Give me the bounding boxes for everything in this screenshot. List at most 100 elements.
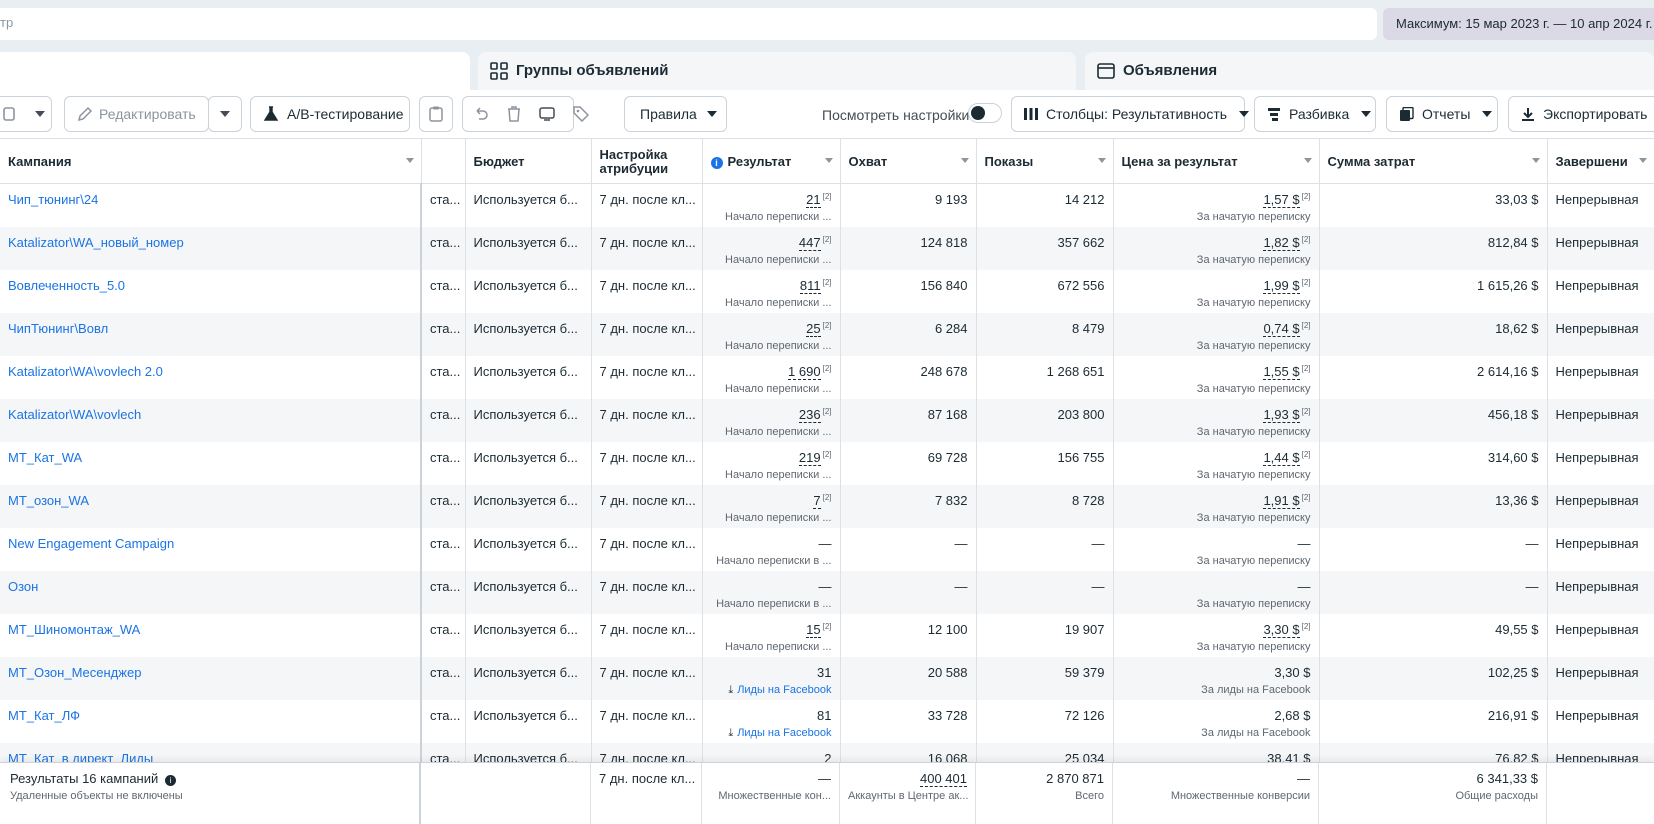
edit-dropdown-button[interactable] bbox=[208, 96, 242, 132]
sort-arrow-icon[interactable] bbox=[1638, 158, 1647, 163]
result-value[interactable]: 21 bbox=[806, 192, 821, 209]
cpr-value[interactable]: 1,82 $ bbox=[1263, 234, 1300, 251]
result-value[interactable]: 7 bbox=[813, 492, 821, 509]
rules-button[interactable]: Правила bbox=[624, 96, 727, 132]
table-row[interactable]: Katalizator\WA_новый_номер ста... Использу… bbox=[0, 226, 1654, 270]
campaign-link[interactable]: ЧипТюнинг\Вовл bbox=[8, 321, 108, 336]
ends-cell: Непрерывная bbox=[1547, 699, 1654, 743]
campaign-link[interactable]: Чип_тюнинг\24 bbox=[8, 192, 98, 207]
result-cell: 1 690 [2] Начало переписки ... bbox=[702, 355, 841, 399]
campaign-link[interactable]: МТ_Кат_ЛФ bbox=[8, 708, 80, 723]
cpr-value[interactable]: 1,93 $ bbox=[1263, 406, 1300, 423]
column-header-attribution[interactable]: Настройка атрибуции bbox=[591, 138, 703, 184]
campaign-link[interactable]: Katalizator\WA\vovlech bbox=[8, 407, 141, 422]
table-row[interactable]: Чип_тюнинг\24 ста... Используется б... 7 дн… bbox=[0, 183, 1654, 227]
sort-arrow-icon[interactable] bbox=[1303, 158, 1312, 163]
column-header-status[interactable] bbox=[421, 138, 466, 184]
tag-icon[interactable] bbox=[573, 106, 589, 122]
reports-label: Отчеты bbox=[1422, 106, 1471, 122]
sort-arrow-icon[interactable] bbox=[405, 158, 414, 163]
campaign-cell: Вовлеченность_5.0 bbox=[0, 269, 422, 313]
result-value[interactable]: 236 bbox=[798, 406, 821, 423]
cpr-value[interactable]: 0,74 $ bbox=[1263, 320, 1300, 337]
result-sub-link[interactable]: ⤓ Лиды на Facebook bbox=[711, 684, 831, 697]
search-filter-input[interactable]: тр bbox=[0, 8, 1377, 40]
ab-test-button[interactable]: A/B-тестирование bbox=[250, 96, 410, 132]
column-header-impressions[interactable]: Показы bbox=[976, 138, 1114, 184]
campaign-link[interactable]: Вовлеченность_5.0 bbox=[8, 278, 125, 293]
export-button[interactable]: Экспортировать bbox=[1508, 96, 1654, 132]
table-row[interactable]: МТ_Озон_Месенджер ста... Используется б...… bbox=[0, 656, 1654, 700]
result-value[interactable]: 15 bbox=[806, 621, 821, 638]
spent-cell: 1 615,26 $ bbox=[1319, 269, 1548, 313]
tab-campaigns[interactable] bbox=[0, 52, 470, 90]
sort-arrow-icon[interactable] bbox=[960, 158, 969, 163]
duplicate-button[interactable] bbox=[0, 96, 52, 132]
table-row[interactable]: Вовлеченность_5.0 ста... Используется б...… bbox=[0, 269, 1654, 313]
sort-arrow-icon[interactable] bbox=[1097, 158, 1106, 163]
clipboard-button[interactable] bbox=[419, 96, 453, 132]
campaign-link[interactable]: МТ_Озон_Месенджер bbox=[8, 665, 141, 680]
campaign-link[interactable]: New Engagement Campaign bbox=[8, 536, 174, 551]
table-row[interactable]: Katalizator\WA\vovlech ста... Используется… bbox=[0, 398, 1654, 442]
footer-spent-sub: Общие расходы bbox=[1455, 790, 1538, 802]
result-value[interactable]: 219 bbox=[798, 449, 821, 466]
columns-button[interactable]: Столбцы: Результативность bbox=[1011, 96, 1250, 132]
undo-icon[interactable] bbox=[473, 106, 489, 122]
table-row[interactable]: МТ_Шиномонтаж_WA ста... Используется б... 7… bbox=[0, 613, 1654, 657]
table-row[interactable]: New Engagement Campaign ста... Используетс… bbox=[0, 527, 1654, 571]
footnote-marker: [2] bbox=[822, 449, 832, 459]
edit-button[interactable]: Редактировать bbox=[64, 96, 209, 132]
result-value[interactable]: 447 bbox=[798, 234, 821, 251]
column-header-budget[interactable]: Бюджет bbox=[465, 138, 592, 184]
column-header-campaign[interactable]: Кампания bbox=[0, 138, 422, 184]
info-icon[interactable]: i bbox=[710, 156, 723, 169]
reports-button[interactable]: Отчеты bbox=[1386, 96, 1498, 132]
preview-icon[interactable] bbox=[539, 106, 555, 122]
date-range-picker[interactable]: Максимум: 15 мар 2023 г. — 10 апр 2024 г… bbox=[1383, 8, 1654, 40]
campaign-link[interactable]: МТ_Шиномонтаж_WA bbox=[8, 622, 140, 637]
result-sub-link[interactable]: ⤓ Лиды на Facebook bbox=[711, 727, 831, 740]
campaign-cell: МТ_озон_WA bbox=[0, 484, 422, 528]
tab-ads[interactable]: Объявления bbox=[1085, 52, 1654, 90]
column-header-reach[interactable]: Охват bbox=[840, 138, 977, 184]
info-icon[interactable]: i bbox=[164, 775, 176, 786]
campaign-link[interactable]: Озон bbox=[8, 579, 38, 594]
cpr-value[interactable]: 1,55 $ bbox=[1263, 363, 1300, 380]
table-row[interactable]: МТ_Кат_WA ста... Используется б... 7 дн. по… bbox=[0, 441, 1654, 485]
result-cell: 81 ⤓ Лиды на Facebook bbox=[702, 699, 841, 743]
cpr-value[interactable]: 1,99 $ bbox=[1263, 277, 1300, 294]
sort-arrow-icon[interactable] bbox=[1531, 158, 1540, 163]
table-row[interactable]: ЧипТюнинг\Вовл ста... Используется б... 7 д… bbox=[0, 312, 1654, 356]
table-row[interactable]: МТ_Кат_ЛФ ста... Используется б... 7 дн. по… bbox=[0, 699, 1654, 743]
result-sub-label: Начало переписки ... bbox=[725, 296, 832, 309]
table-row[interactable]: Katalizator\WA\vovlech 2.0 ста... Использу… bbox=[0, 355, 1654, 399]
impressions-cell: 672 556 bbox=[976, 269, 1114, 313]
view-settings-toggle[interactable] bbox=[968, 103, 1002, 123]
column-header-cost-per-result[interactable]: Цена за результат bbox=[1113, 138, 1320, 184]
campaign-link[interactable]: Katalizator\WA\vovlech 2.0 bbox=[8, 364, 163, 379]
campaign-link[interactable]: МТ_озон_WA bbox=[8, 493, 89, 508]
breakdown-button[interactable]: Разбивка bbox=[1254, 96, 1376, 132]
cpr-value[interactable]: 1,44 $ bbox=[1263, 449, 1300, 466]
cpr-value[interactable]: 1,57 $ bbox=[1263, 192, 1300, 209]
result-value[interactable]: 811 bbox=[799, 277, 821, 294]
table-row[interactable]: МТ_озон_WA ста... Используется б... 7 дн. п… bbox=[0, 484, 1654, 528]
column-header-spent[interactable]: Сумма затрат bbox=[1319, 138, 1548, 184]
column-header-ends[interactable]: Завершени bbox=[1547, 138, 1654, 184]
result-cell: 811 [2] Начало переписки ... bbox=[702, 269, 841, 313]
cpr-value[interactable]: 3,30 $ bbox=[1263, 621, 1300, 638]
column-header-result[interactable]: i Результат bbox=[702, 138, 841, 184]
result-cell: 31 ⤓ Лиды на Facebook bbox=[702, 656, 841, 700]
tab-ad-groups[interactable]: Группы объявлений bbox=[478, 52, 1076, 90]
cpr-value[interactable]: 1,91 $ bbox=[1263, 492, 1300, 509]
table-row[interactable]: Озон ста... Используется б... 7 дн. после к… bbox=[0, 570, 1654, 614]
result-value[interactable]: 25 bbox=[806, 320, 821, 337]
table-header-row: Кампания Бюджет Настройка атрибуции i Рез… bbox=[0, 138, 1654, 184]
campaign-link[interactable]: МТ_Кат_WA bbox=[8, 450, 82, 465]
sort-arrow-icon[interactable] bbox=[824, 158, 833, 163]
campaign-cell: Чип_тюнинг\24 bbox=[0, 183, 422, 227]
result-value[interactable]: 1 690 bbox=[788, 363, 821, 380]
trash-icon[interactable] bbox=[507, 106, 521, 122]
campaign-link[interactable]: Katalizator\WA_новый_номер bbox=[8, 235, 184, 250]
